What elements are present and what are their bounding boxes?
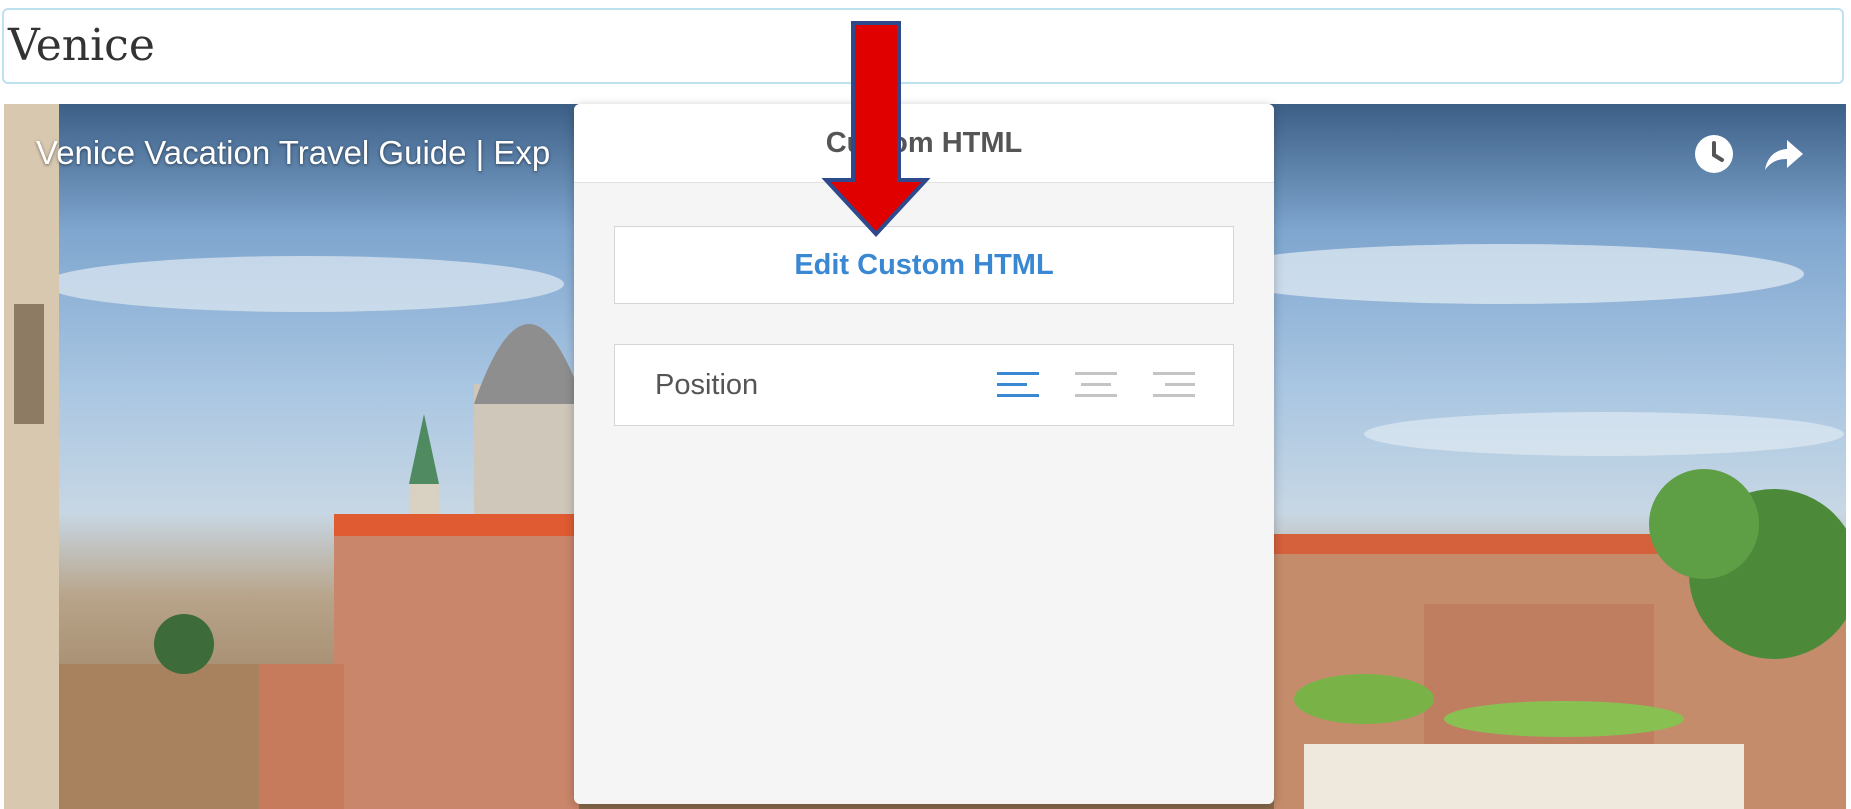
align-right-icon[interactable] <box>1153 369 1195 401</box>
align-center-icon[interactable] <box>1075 369 1117 401</box>
title-text: Venice <box>8 20 155 71</box>
share-arrow-icon[interactable] <box>1762 132 1806 176</box>
position-label: Position <box>655 369 759 401</box>
align-left-icon[interactable] <box>997 369 1039 401</box>
clock-icon[interactable] <box>1692 132 1736 176</box>
video-title[interactable]: Venice Vacation Travel Guide | Exp <box>36 134 550 172</box>
red-arrow-annotation <box>821 21 931 237</box>
position-row: Position <box>614 344 1234 426</box>
